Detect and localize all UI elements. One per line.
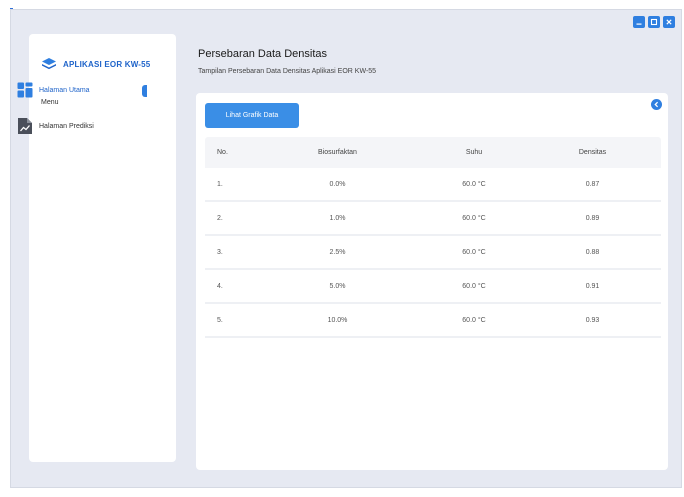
cell-no: 5.	[217, 316, 223, 324]
table-row: 4. 5.0% 60.0 °C 0.91	[205, 270, 661, 304]
app-name: APLIKASI EOR KW-55	[63, 59, 151, 69]
close-icon	[666, 19, 672, 25]
cell-no: 1.	[217, 180, 223, 188]
cell-densitas: 0.87	[585, 180, 600, 188]
chevron-left-icon	[654, 101, 659, 108]
table-row: 3. 2.5% 60.0 °C 0.88	[205, 236, 661, 270]
cell-biosurfaktan: 0.0%	[329, 180, 346, 188]
cell-densitas: 0.89	[585, 214, 600, 222]
column-header-densitas: Densitas	[578, 149, 607, 156]
close-button[interactable]	[663, 16, 675, 28]
cell-no: 4.	[217, 282, 223, 290]
page-title: Persebaran Data Densitas	[198, 48, 328, 60]
back-button[interactable]	[651, 99, 662, 110]
table-row: 5. 10.0% 60.0 °C 0.93	[205, 304, 661, 338]
window-controls	[633, 16, 675, 28]
menu-label: Menu	[41, 99, 59, 106]
cell-suhu: 60.0 °C	[462, 180, 486, 188]
table-row: 1. 0.0% 60.0 °C 0.87	[205, 168, 661, 202]
table-row: 2. 1.0% 60.0 °C 0.89	[205, 202, 661, 236]
cell-biosurfaktan: 5.0%	[329, 282, 346, 290]
active-nav-indicator	[142, 85, 147, 97]
sidebar-item-label: Halaman Prediksi	[39, 122, 94, 130]
cell-no: 3.	[217, 248, 223, 256]
cell-no: 2.	[217, 214, 223, 222]
cell-densitas: 0.88	[585, 248, 600, 256]
cell-suhu: 60.0 °C	[462, 282, 486, 290]
sidebar-item-halaman-utama[interactable]: Halaman Utama	[17, 82, 90, 98]
brand: APLIKASI EOR KW-55	[41, 57, 150, 71]
column-header-suhu: Suhu	[465, 149, 483, 156]
sidebar: APLIKASI EOR KW-55 Menu	[29, 34, 176, 462]
minimize-icon	[636, 23, 642, 25]
cell-biosurfaktan: 1.0%	[329, 214, 346, 222]
document-chart-icon	[18, 118, 32, 134]
sidebar-item-halaman-prediksi[interactable]: Halaman Prediksi	[17, 117, 94, 135]
cell-suhu: 60.0 °C	[462, 316, 486, 324]
minimize-button[interactable]	[633, 16, 645, 28]
main-content-panel: Lihat Grafik Data No. Biosurfaktan Suhu …	[196, 93, 668, 470]
layers-logo-icon	[42, 58, 56, 70]
sidebar-item-label: Halaman Utama	[39, 86, 90, 94]
cell-biosurfaktan: 2.5%	[329, 248, 346, 256]
cell-densitas: 0.91	[585, 282, 600, 290]
table-header: No. Biosurfaktan Suhu Densitas	[205, 137, 661, 168]
cell-densitas: 0.93	[585, 316, 600, 324]
column-header-no: No.	[217, 149, 228, 156]
view-chart-button[interactable]: Lihat Grafik Data	[205, 103, 299, 128]
maximize-icon	[650, 18, 658, 26]
cell-suhu: 60.0 °C	[462, 248, 486, 256]
cell-suhu: 60.0 °C	[462, 214, 486, 222]
density-table: No. Biosurfaktan Suhu Densitas 1. 0.0% 6…	[205, 137, 661, 338]
cell-biosurfaktan: 10.0%	[327, 316, 348, 324]
dashboard-icon	[17, 82, 33, 98]
page-subtitle: Tampilan Persebaran Data Densitas Aplika…	[198, 68, 377, 75]
column-header-biosurfaktan: Biosurfaktan	[318, 149, 357, 156]
maximize-button[interactable]	[648, 16, 660, 28]
